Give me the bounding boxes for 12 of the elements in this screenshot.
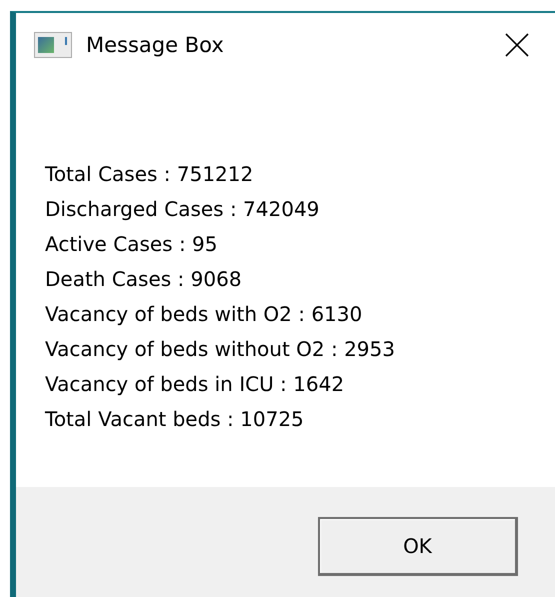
ok-button[interactable]: OK <box>318 516 518 576</box>
close-icon <box>505 33 529 57</box>
message-line: Vacancy of beds in ICU : 1642 <box>45 371 346 398</box>
message-line: Discharged Cases : 742049 <box>45 196 320 223</box>
message-line: Death Cases : 9068 <box>45 266 243 293</box>
message-line: Total Vacant beds : 10725 <box>45 406 305 433</box>
message-line: Active Cases : 95 <box>45 231 218 258</box>
message-line: Vacancy of beds without O2 : 2953 <box>45 336 396 363</box>
window-icon <box>34 32 72 58</box>
message-line: Vacancy of beds with O2 : 6130 <box>45 301 364 328</box>
window-title: Message Box <box>86 33 225 57</box>
message-line: Total Cases : 751212 <box>45 161 254 188</box>
